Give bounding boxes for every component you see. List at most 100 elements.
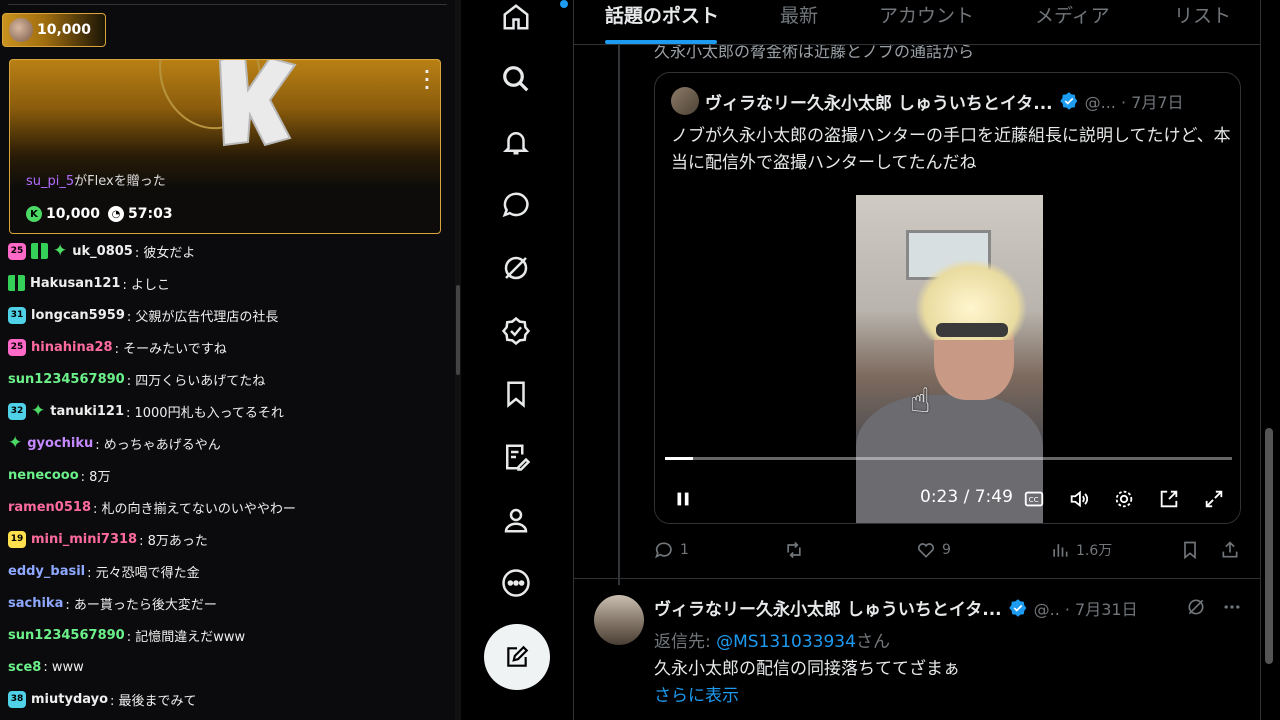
volume-icon[interactable] <box>1066 481 1092 517</box>
subscriber-badge: 31 <box>8 306 26 324</box>
show-more-link[interactable]: さらに表示 <box>654 681 739 706</box>
reply-post-text: 久永小太郎の配信の同接落ちててざまぁ <box>654 659 960 679</box>
chat-username[interactable]: mini_mini7318 <box>31 532 137 547</box>
fullscreen-icon[interactable] <box>1201 481 1227 517</box>
chat-text: : よしこ <box>122 277 170 293</box>
views-button[interactable]: 1.6万 <box>1050 540 1112 560</box>
chat-message: Hakusan121: よしこ <box>8 267 448 299</box>
post-actions: 1 9 1.6万 <box>654 540 1241 564</box>
bookmarks-icon[interactable] <box>499 377 533 411</box>
tab-latest[interactable]: 最新 <box>780 1 818 28</box>
chat-text: : 父親が広告代理店の社長 <box>126 309 279 325</box>
author-name[interactable]: ヴィラなリー久永小太郎 しゅういちとイタ... <box>705 89 1053 114</box>
articles-icon[interactable] <box>499 440 533 474</box>
flex-user[interactable]: su_pi_5 <box>26 174 74 189</box>
like-button[interactable]: 9 <box>916 540 951 560</box>
chat-message: 19 mini_mini7318: 8万あった <box>8 523 448 555</box>
chat-message: sachika: あー貰ったら後大変だー <box>8 587 448 619</box>
video-player[interactable]: ☝ 0:23 / 7:49 CC <box>655 195 1240 523</box>
author-name[interactable]: ヴィラなリー久永小太郎 しゅういちとイタ... <box>654 595 1002 620</box>
more-options-icon[interactable] <box>1222 597 1242 617</box>
share-button[interactable] <box>1220 540 1240 560</box>
reply-post-tools <box>1186 597 1242 617</box>
gift-icon <box>31 243 48 259</box>
subscriber-badge: 25 <box>8 242 26 260</box>
chat-username[interactable]: miutydayo <box>31 692 108 707</box>
picture-in-picture-icon[interactable] <box>1156 481 1182 517</box>
tab-media[interactable]: メディア <box>1035 1 1110 28</box>
main-feed: 久永小太郎の脅金術は近藤とノブの通話から 話題のポスト 最新 アカウント メディ… <box>573 0 1261 720</box>
chat-username[interactable]: gyochiku <box>27 436 93 451</box>
chat-username[interactable]: ramen0518 <box>8 500 91 515</box>
quoted-post-header: ヴィラなリー久永小太郎 しゅういちとイタ... @... · 7月7日 <box>671 87 1184 115</box>
tab-accounts[interactable]: アカウント <box>879 1 974 28</box>
reply-icon <box>655 542 672 559</box>
subscriber-badge: 32 <box>8 402 26 420</box>
chat-text: : めっちゃあげるやん <box>95 437 221 453</box>
coin-stat: K 10,000 <box>26 206 100 222</box>
verified-badge-icon <box>1008 598 1026 617</box>
reply-handle-link[interactable]: @MS131033934 <box>716 632 856 652</box>
page-scrollbar[interactable] <box>1262 0 1280 720</box>
compose-icon <box>507 645 529 667</box>
repost-button[interactable] <box>784 540 810 560</box>
verified-icon[interactable] <box>499 314 533 348</box>
chat-text: : 記憶間違えだwww <box>126 629 246 645</box>
avatar[interactable] <box>671 87 699 115</box>
chat-username[interactable]: Hakusan121 <box>30 276 120 291</box>
chat-text: : 8万 <box>80 469 111 485</box>
reply-button[interactable]: 1 <box>654 540 689 560</box>
coin-pill[interactable]: 10,000 <box>2 13 106 47</box>
video-progress-bar[interactable] <box>665 457 1232 460</box>
grok-icon[interactable] <box>1186 597 1206 617</box>
video-time: 0:23 / 7:49 <box>920 487 1013 507</box>
messages-icon[interactable] <box>499 188 533 222</box>
chat-message: 38 miutydayo: 最後までみて <box>8 683 448 715</box>
gift-icon <box>8 275 25 291</box>
notifications-icon[interactable] <box>499 125 533 159</box>
tab-lists[interactable]: リスト <box>1174 1 1231 28</box>
chat-username[interactable]: uk_0805 <box>72 244 133 259</box>
chat-text: : 札の向き揃えてないのいややわー <box>92 501 296 517</box>
chat-message: sce8: www <box>8 651 448 683</box>
pill-amount: 10,000 <box>37 22 92 38</box>
chat-text: : 四万くらいあげてたね <box>126 373 266 389</box>
chat-username[interactable]: eddy_basil <box>8 564 85 579</box>
chat-username[interactable]: longcan5959 <box>31 308 125 323</box>
chat-text: : あー貰ったら後大変だー <box>65 597 217 613</box>
chat-text: : 最後までみて <box>110 693 197 709</box>
quoted-post[interactable]: ヴィラなリー久永小太郎 しゅういちとイタ... @... · 7月7日 ノブが久… <box>654 72 1241 524</box>
clock-icon: ◔ <box>108 206 125 222</box>
chat-username[interactable]: nenecooo <box>8 468 79 483</box>
chat-message: 32 ✦ tanuki121: 1000円札も入ってるそれ <box>8 395 448 427</box>
sparkle-icon: ✦ <box>53 240 68 261</box>
settings-gear-icon[interactable] <box>1111 481 1137 517</box>
chat-username[interactable]: sun1234567890 <box>8 372 125 387</box>
chat-username[interactable]: hinahina28 <box>31 340 113 355</box>
home-icon[interactable] <box>499 0 568 34</box>
grok-icon[interactable] <box>499 251 533 285</box>
compose-button[interactable] <box>484 624 550 690</box>
quoted-post-text: ノブが久永小太郎の盗撮ハンターの手口を近藤組長に説明してたけど、本当に配信外で盗… <box>671 126 1231 173</box>
chat-username[interactable]: sce8 <box>8 660 41 675</box>
chat-username[interactable]: tanuki121 <box>50 404 124 419</box>
profile-icon[interactable] <box>499 503 533 537</box>
captions-icon[interactable]: CC <box>1021 481 1047 517</box>
chat-message: ramen0518: 札の向き揃えてないのいややわー <box>8 491 448 523</box>
chat-username[interactable]: sachika <box>8 596 63 611</box>
replying-to: 返信先: @MS131033934さん <box>654 632 890 652</box>
search-icon[interactable] <box>499 62 533 96</box>
flex-text: がFlexを贈った <box>74 174 166 189</box>
tab-top-posts[interactable]: 話題のポスト <box>605 1 719 28</box>
avatar[interactable] <box>594 595 644 645</box>
chat-username[interactable]: sun1234567890 <box>8 628 125 643</box>
card-menu-icon[interactable]: · · · <box>424 64 430 96</box>
bookmark-button[interactable] <box>1180 540 1200 560</box>
views-icon <box>1053 544 1068 557</box>
reply-post[interactable]: ヴィラなリー久永小太郎 しゅういちとイタ... @.. · 7月31日 返信先:… <box>574 578 1260 720</box>
pause-icon[interactable] <box>672 481 694 517</box>
notification-dot <box>560 0 568 8</box>
subscriber-badge: 38 <box>8 690 26 708</box>
more-icon[interactable] <box>499 566 533 600</box>
divider <box>8 4 447 5</box>
